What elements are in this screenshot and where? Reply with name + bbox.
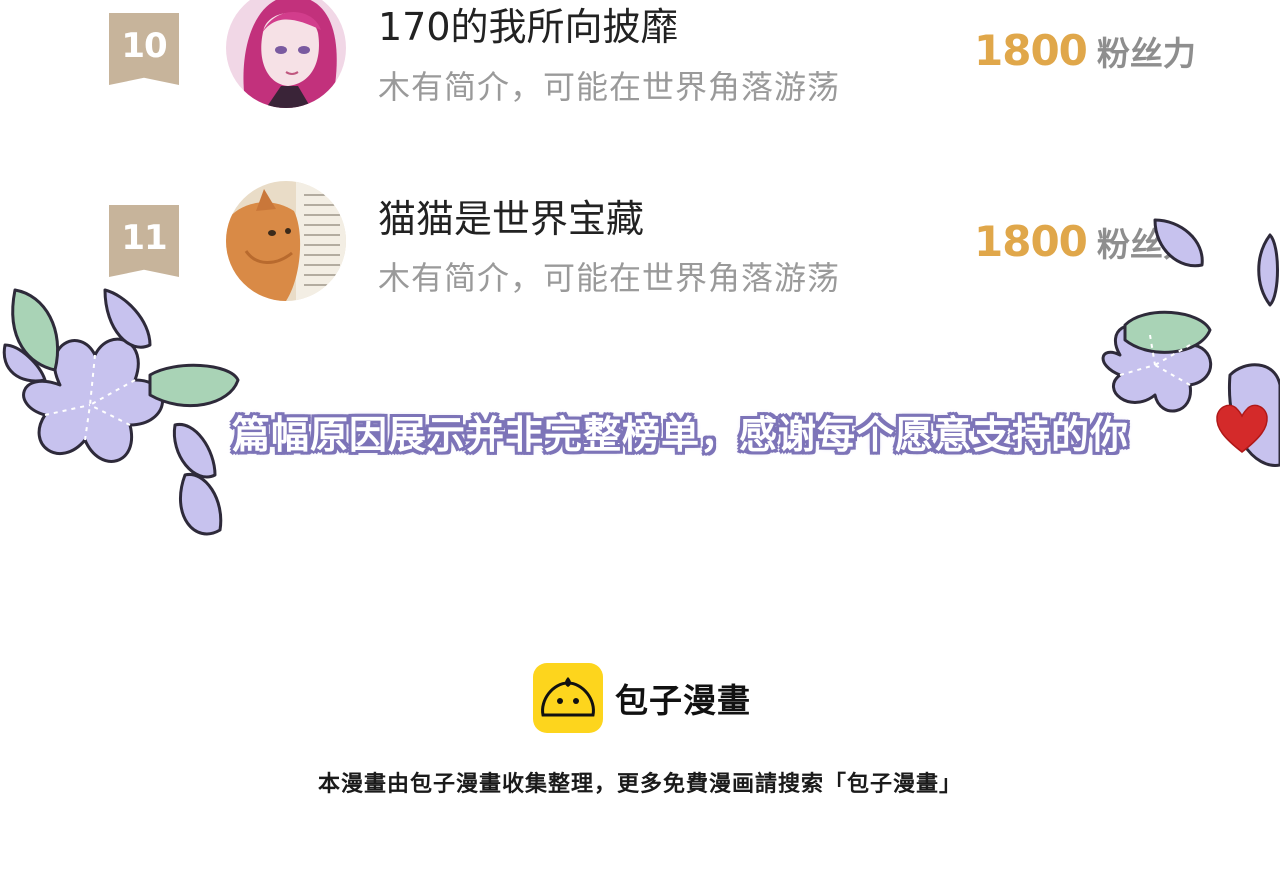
user-bio: 木有简介，可能在世界角落游荡 bbox=[378, 68, 841, 106]
score-unit: 粉丝力 bbox=[1096, 225, 1196, 264]
anime-girl-avatar-icon bbox=[226, 0, 346, 108]
cat-avatar-icon bbox=[226, 181, 346, 301]
footer-note: 本漫畫由包子漫畫收集整理，更多免費漫画請搜索「包子漫畫」 bbox=[317, 772, 962, 797]
banner-text: 篇幅原因展示并非完整榜单，感谢每个愿意支持的你 bbox=[232, 413, 1130, 457]
app-name: 包子漫畫 bbox=[615, 681, 751, 720]
banner-message: 篇幅原因展示并非完整榜单，感谢每个愿意支持的你 bbox=[232, 404, 1129, 459]
user-name[interactable]: 170的我所向披靡 bbox=[378, 0, 679, 51]
ranking-row[interactable]: 10 170的我所向披靡 木有简介，可能在世界角落游荡 1800 粉丝力 bbox=[0, 0, 1280, 150]
fan-score: 1800 粉丝力 bbox=[974, 217, 1196, 266]
avatar[interactable] bbox=[226, 0, 346, 108]
bun-logo-icon bbox=[533, 663, 603, 733]
rank-badge: 10 bbox=[109, 13, 179, 85]
ranking-row[interactable]: 11 猫猫是世界宝藏 木有简介，可能在世界角落游荡 1800 粉丝力 bbox=[0, 175, 1280, 325]
score-unit: 粉丝力 bbox=[1096, 34, 1196, 73]
rank-badge: 11 bbox=[109, 205, 179, 277]
score-value: 1800 bbox=[974, 26, 1088, 75]
brand-logo[interactable]: 包子漫畫 bbox=[533, 663, 751, 733]
user-bio: 木有简介，可能在世界角落游荡 bbox=[378, 259, 841, 297]
score-value: 1800 bbox=[974, 217, 1088, 266]
avatar[interactable] bbox=[226, 181, 346, 301]
fan-score: 1800 粉丝力 bbox=[974, 26, 1196, 75]
user-name[interactable]: 猫猫是世界宝藏 bbox=[378, 188, 644, 243]
heart-icon bbox=[1216, 404, 1268, 453]
